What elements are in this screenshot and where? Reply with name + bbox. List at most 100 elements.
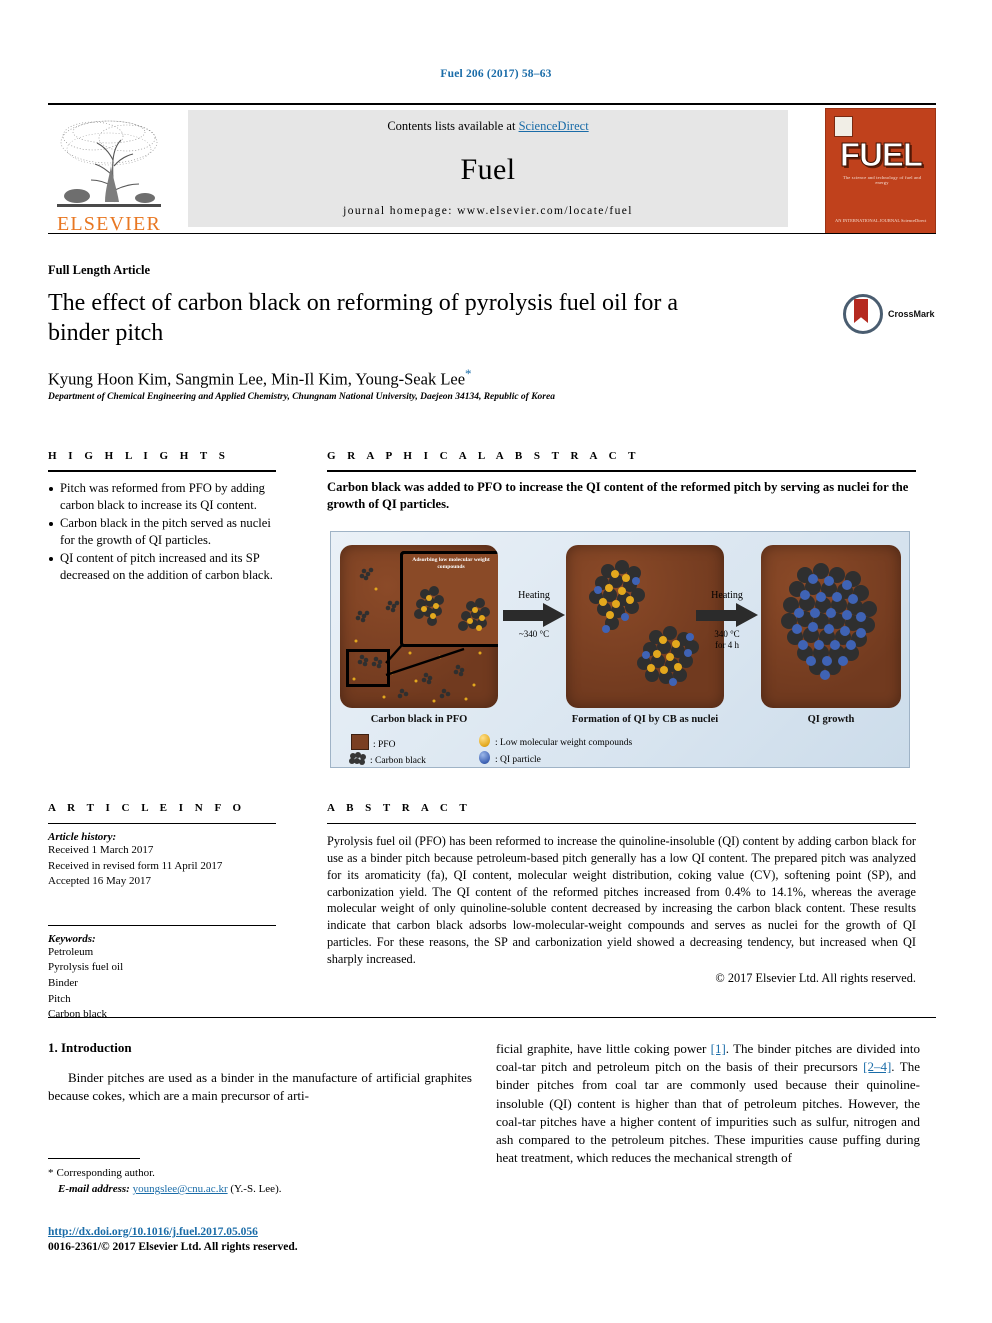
tree-svg [57,120,161,207]
pfo-swatch-icon [351,734,369,750]
section-heading-introduction: 1. Introduction [48,1040,132,1055]
email-label: E-mail address: [58,1182,130,1195]
ga-arrow2-condition-line1: 340 °C [714,629,740,639]
document-footer: http://dx.doi.org/10.1016/j.fuel.2017.05… [48,1222,478,1253]
ga-arrow2-label: Heating [711,590,743,601]
ga-arrow1-label: Heating [518,590,550,601]
author-list: Kyung Hoon Kim, Sangmin Lee, Min-Il Kim,… [48,366,472,390]
journal-band: Contents lists available at ScienceDirec… [188,110,788,227]
highlights-heading: H I G H L I G H T S [48,450,230,462]
ga-arrow-2-icon [696,603,758,627]
graphical-abstract-heading: G R A P H I C A L A B S T R A C T [327,450,640,462]
cover-mini-logo-icon [834,116,853,137]
graphical-abstract-rule [327,470,916,472]
journal-cover-image: FUEL The science and technology of fuel … [825,108,936,234]
footnote-block: * Corresponding author. E-mail address: y… [48,1158,472,1198]
masthead-bottom-rule [48,233,936,234]
citation-ref-1[interactable]: [1] [711,1041,726,1056]
keyword-item: Binder [48,977,78,990]
doi-link[interactable]: http://dx.doi.org/10.1016/j.fuel.2017.05… [48,1226,258,1238]
body-column-left: 1. Introduction Binder pitches are used … [48,1040,472,1105]
keywords-label: Keywords: [48,932,96,945]
abstract-body: Pyrolysis fuel oil (PFO) has been reform… [327,834,916,966]
graphical-abstract-figure: Adsorbing low molecular weight compounds [330,531,910,768]
journal-masthead: ELSEVIER Contents lists available at Sci… [48,103,936,234]
low-mw-dot-icon [479,734,490,747]
corresponding-author-note: * Corresponding author. [48,1166,472,1182]
ga-legend-label-low-mw: : Low molecular weight compounds [495,738,633,748]
email-link[interactable]: youngslee@cnu.ac.kr [133,1183,228,1195]
article-info-heading: A R T I C L E I N F O [48,802,246,814]
keyword-item: Petroleum [48,945,94,958]
citation-ref-2[interactable]: [2–4] [863,1059,891,1074]
ga-legend-label-qi: : QI particle [495,755,541,765]
graphical-abstract-description: Carbon black was added to PFO to increas… [327,480,909,511]
cover-wordmark: FUEL [839,136,923,174]
abstract-heading: A B S T R A C T [327,802,472,814]
ga-legend-item-low-mw: : Low molecular weight compounds [479,734,632,748]
ga-panel-carbon-black-in-pfo: Adsorbing low molecular weight compounds [340,545,498,708]
ga-arrow2-condition-line2: for 4 h [715,640,739,651]
issn-copyright-line: 0016-2361/© 2017 Elsevier Ltd. All right… [48,1241,298,1253]
body-paragraph: Binder pitches are used as a binder in t… [48,1070,472,1104]
crossmark-badge[interactable]: CrossMark [843,292,938,336]
ga-legend-label-pfo: : PFO [373,740,396,750]
author-names: Kyung Hoon Kim, Sangmin Lee, Min-Il Kim,… [48,369,466,389]
article-info-section: A R T I C L E I N F O Article history: R… [48,802,276,1023]
ga-arrow-group-1: Heating ~340 °C [501,590,567,640]
body-text-part1: ficial graphite, have little coking powe… [496,1041,711,1056]
body-separator-rule [48,1017,936,1018]
corresponding-author-marker: * [465,366,472,381]
ga-caption-1: Carbon black in PFO [370,714,468,725]
list-item: Pitch was reformed from PFO by adding ca… [48,480,276,513]
paper-page: Fuel 206 (2017) 58–63 ELSEVIER Contents … [0,0,992,1323]
email-suffix: (Y.-S. Lee). [230,1182,282,1195]
email-note: E-mail address: youngslee@cnu.ac.kr (Y.-… [48,1182,472,1198]
ga-panel-qi-growth [761,545,901,708]
elsevier-tree-icon [53,116,165,212]
crossmark-label: CrossMark [888,309,935,319]
elsevier-wordmark: ELSEVIER [56,213,162,235]
article-history-item: Received 1 March 2017 [48,844,154,856]
ga-arrow-1-icon [503,603,565,627]
crossmark-icon [843,294,883,334]
highlights-list: Pitch was reformed from PFO by adding ca… [48,480,276,584]
masthead-top-rule [48,103,936,105]
page-title: The effect of carbon black on reforming … [48,290,678,347]
contents-prefix: Contents lists available at [387,119,519,133]
graphical-abstract-section: G R A P H I C A L A B S T R A C T Carbon… [327,450,916,512]
ga-inset-label: Adsorbing low molecular weight compounds [412,557,490,570]
qi-dot-icon [479,751,490,764]
highlights-section: H I G H L I G H T S Pitch was reformed f… [48,450,276,586]
body-text-part3: . The binder pitches from coal tar are c… [496,1059,920,1166]
ga-arrow1-condition: ~340 °C [518,629,550,639]
elsevier-logo: ELSEVIER [48,110,170,234]
ga-legend-item-qi: : QI particle [479,751,541,765]
abstract-section: A B S T R A C T Pyrolysis fuel oil (PFO)… [327,802,916,986]
article-history-item: Received in revised form 11 April 2017 [48,859,223,872]
corresponding-author-text: Corresponding author. [56,1167,155,1179]
abstract-rule [327,823,916,824]
article-info-rule [48,823,276,824]
ga-legend-item-carbon-black: : Carbon black [349,751,426,766]
body-paragraph-continued: ficial graphite, have little coking powe… [496,1040,920,1167]
ga-legend-item-pfo: : PFO [351,734,395,750]
keyword-item: Pyrolysis fuel oil [48,961,124,974]
cover-subtitle: The science and technology of fuel and e… [842,175,922,185]
carbon-black-swatch-icon [349,751,367,766]
contents-line: Contents lists available at ScienceDirec… [387,119,588,134]
sciencedirect-link[interactable]: ScienceDirect [519,119,589,133]
ga-caption-2: Formation of QI by CB as nuclei [571,714,719,725]
journal-title: Fuel [460,152,516,186]
ga-legend: : PFO : Carbon black : Low molecular wei… [339,734,899,766]
keyword-item: Pitch [48,992,71,1005]
highlights-rule [48,470,276,472]
body-column-right: ficial graphite, have little coking powe… [496,1040,920,1167]
ga-legend-label-carbon-black: : Carbon black [370,756,426,766]
list-item: Carbon black in the pitch served as nucl… [48,515,276,548]
cover-footer-text: AN INTERNATIONAL JOURNAL ScienceDirect [835,218,927,224]
ga-zoom-region-box [346,649,390,687]
keywords-rule [48,924,276,926]
journal-homepage[interactable]: journal homepage: www.elsevier.com/locat… [343,205,633,217]
ga-panel3-particles [781,563,877,680]
